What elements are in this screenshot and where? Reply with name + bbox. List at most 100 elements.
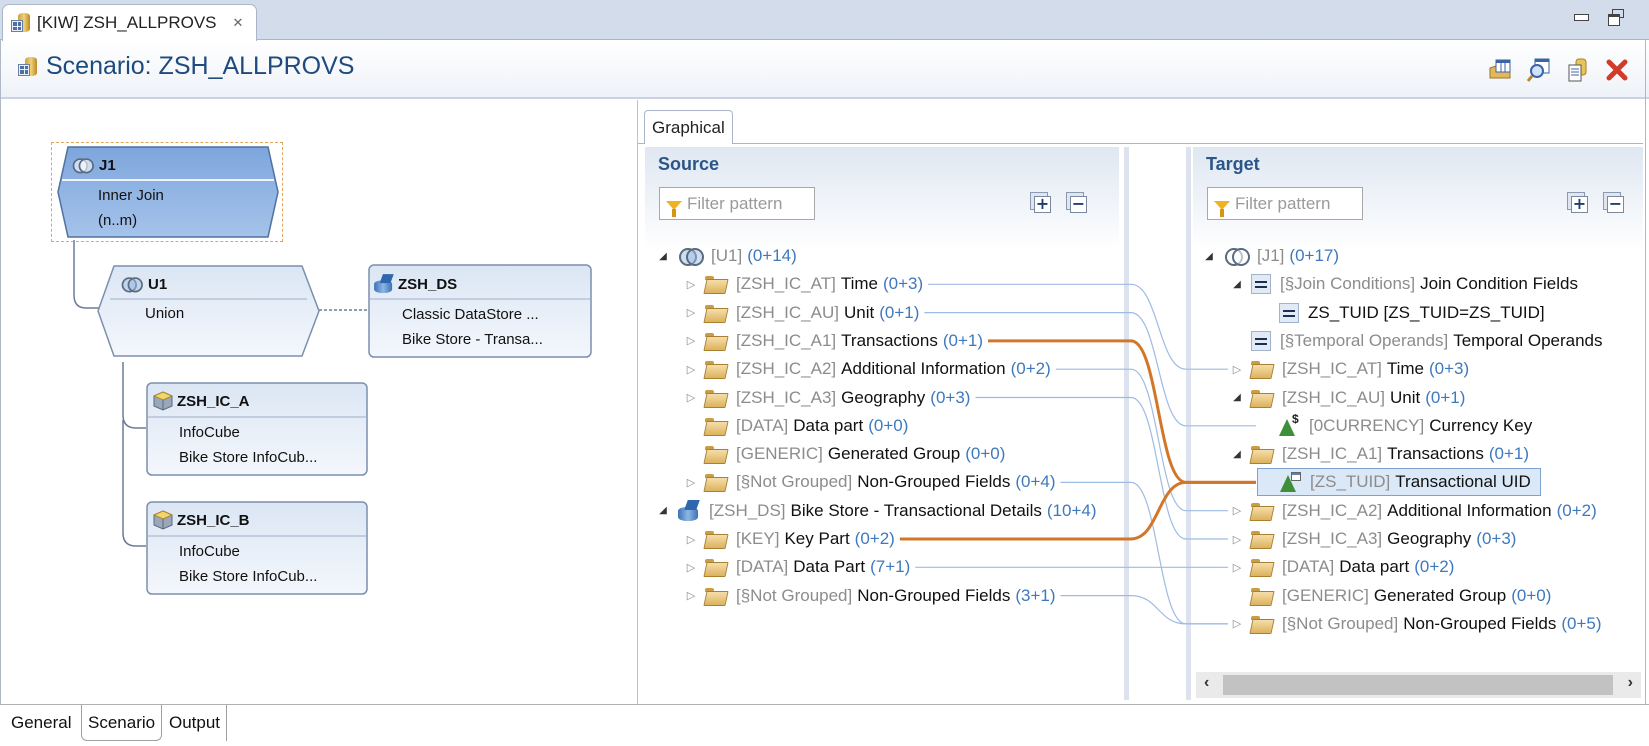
row-label: Geography xyxy=(1387,529,1472,548)
tree-row[interactable]: ▷ [ZSH_IC_A3] Geography (0+3) xyxy=(683,384,971,412)
collapsed-arrow-icon[interactable]: ▷ xyxy=(683,561,699,574)
node-ds-type: Classic DataStore ... xyxy=(402,306,539,323)
tree-row[interactable]: ZS_TUID [ZS_TUID=ZS_TUID] xyxy=(1257,299,1550,327)
tree-row[interactable]: ◢ [ZSH_DS] Bike Store - Transactional Deta… xyxy=(655,497,1097,525)
row-label: Non-Grouped Fields xyxy=(857,472,1011,492)
tree-row[interactable]: $ [0CURRENCY] Currency Key xyxy=(1257,412,1537,440)
tree-row[interactable]: ▷ [ZSH_IC_AU] Unit (0+1) xyxy=(683,299,920,327)
delete-button[interactable] xyxy=(1605,58,1629,82)
row-label: Unit xyxy=(843,302,875,322)
characteristic-icon xyxy=(1280,472,1302,493)
tab-scenario[interactable]: Scenario xyxy=(81,705,163,741)
tree-row[interactable]: [§Temporal Operands] Temporal Operands xyxy=(1229,327,1608,355)
row-label: Key Part xyxy=(784,529,850,548)
expand-all-button[interactable]: + xyxy=(1567,192,1589,214)
display-table-button[interactable] xyxy=(1488,58,1512,82)
collapsed-arrow-icon[interactable]: ▷ xyxy=(1229,363,1245,376)
join-icon xyxy=(1223,247,1250,266)
tree-row[interactable]: ▷ [ZSH_IC_A2] Additional Information (0+2) xyxy=(683,355,1051,383)
tab-general[interactable]: General xyxy=(5,705,77,741)
collapsed-arrow-icon[interactable]: ▷ xyxy=(1229,561,1245,574)
sash-left[interactable] xyxy=(1124,147,1129,700)
row-label: Bike Store - Transactional Details xyxy=(790,500,1042,520)
search-button[interactable] xyxy=(1526,58,1551,82)
tree-row[interactable]: [ZS_TUID] Transactional UID xyxy=(1257,468,1541,497)
source-filter-input[interactable]: Filter pattern xyxy=(659,187,815,220)
tree-row[interactable]: ▷ [DATA] Data Part (7+1) xyxy=(683,553,910,581)
row-count: (0+3) xyxy=(930,387,971,407)
expanded-arrow-icon[interactable]: ◢ xyxy=(655,505,671,516)
tree-row[interactable]: ▷ [ZSH_IC_A3] Geography (0+3) xyxy=(1229,525,1517,553)
datastore-icon xyxy=(677,500,701,522)
editor-tab[interactable]: [KIW] ZSH_ALLPROVS ✕ xyxy=(2,4,257,41)
join-icon xyxy=(71,157,94,174)
scroll-left-icon[interactable]: ‹ xyxy=(1204,674,1209,692)
tree-row[interactable]: ◢ [§Join Conditions] Join Condition Fields xyxy=(1229,270,1583,298)
collapsed-arrow-icon[interactable]: ▷ xyxy=(683,306,699,319)
copy-button[interactable] xyxy=(1566,58,1590,82)
tree-row[interactable]: ◢ [ZSH_IC_A1] Transactions (0+1) xyxy=(1229,440,1529,468)
row-label: Additional Information xyxy=(1387,500,1552,520)
scrollbar-thumb[interactable] xyxy=(1223,675,1613,695)
join-condition-icon xyxy=(1279,302,1299,323)
node-j1-type: Inner Join xyxy=(98,187,164,204)
expanded-arrow-icon[interactable]: ◢ xyxy=(1201,251,1217,262)
infocube-icon xyxy=(153,510,173,530)
tree-row[interactable]: [GENERIC] Generated Group (0+0) xyxy=(683,440,1005,468)
expanded-arrow-icon[interactable]: ◢ xyxy=(655,251,671,262)
tree-row[interactable]: ▷ [DATA] Data part (0+2) xyxy=(1229,553,1455,581)
collapse-all-button[interactable]: − xyxy=(1066,192,1088,214)
target-horizontal-scrollbar[interactable]: ‹ › xyxy=(1196,672,1641,698)
row-count: (3+1) xyxy=(1015,585,1056,605)
tree-row[interactable]: ▷ [KEY] Key Part (0+2) xyxy=(683,525,895,553)
target-filter-input[interactable]: Filter pattern xyxy=(1207,187,1363,220)
minimize-icon[interactable] xyxy=(1573,9,1589,23)
tree-row[interactable]: ◢ [J1] (0+17) xyxy=(1201,242,1339,270)
row-key: [ZS_TUID] xyxy=(1310,472,1391,492)
row-key: [GENERIC] xyxy=(1282,585,1369,605)
sash-right[interactable] xyxy=(1186,147,1191,700)
collapsed-arrow-icon[interactable]: ▷ xyxy=(683,334,699,347)
target-panel: Target Filter pattern + − ◢ [J1] (0+17) ◢ [§… xyxy=(1193,147,1643,700)
scenario-diagram[interactable]: J1 Inner Join (n..m) U1 Union ZSH_DS Cla… xyxy=(6,100,638,705)
collapsed-arrow-icon[interactable]: ▷ xyxy=(1229,617,1245,630)
tree-row[interactable]: [DATA] Data part (0+0) xyxy=(683,412,908,440)
tree-row[interactable]: ▷ [§Not Grouped] Non-Grouped Fields (0+4) xyxy=(683,468,1056,496)
expand-all-button[interactable]: + xyxy=(1030,192,1052,214)
expanded-arrow-icon[interactable]: ◢ xyxy=(1229,392,1245,403)
expanded-arrow-icon[interactable]: ◢ xyxy=(1229,449,1245,460)
collapsed-arrow-icon[interactable]: ▷ xyxy=(683,589,699,602)
collapsed-arrow-icon[interactable]: ▷ xyxy=(683,363,699,376)
close-tab-icon[interactable]: ✕ xyxy=(233,15,244,31)
collapse-all-button[interactable]: − xyxy=(1603,192,1625,214)
tree-row[interactable]: ◢ [U1] (0+14) xyxy=(655,242,797,270)
tree-row[interactable]: ▷ [ZSH_IC_AT] Time (0+3) xyxy=(1229,355,1469,383)
tree-row[interactable]: ▷ [ZSH_IC_A2] Additional Information (0+2) xyxy=(1229,497,1597,525)
collapsed-arrow-icon[interactable]: ▷ xyxy=(1229,504,1245,517)
row-count: (0+4) xyxy=(1015,472,1056,492)
restore-icon[interactable] xyxy=(1608,9,1624,26)
expanded-arrow-icon[interactable]: ◢ xyxy=(1229,279,1245,290)
tree-row[interactable]: ▷ [§Not Grouped] Non-Grouped Fields (0+5) xyxy=(1229,610,1602,638)
tab-graphical[interactable]: Graphical xyxy=(644,110,733,144)
collapsed-arrow-icon[interactable]: ▷ xyxy=(683,278,699,291)
folder-icon xyxy=(705,276,727,292)
row-key: [DATA] xyxy=(736,557,789,577)
collapsed-arrow-icon[interactable]: ▷ xyxy=(1229,533,1245,546)
node-j1-title: J1 xyxy=(99,156,116,174)
collapsed-arrow-icon[interactable]: ▷ xyxy=(683,391,699,404)
collapsed-arrow-icon[interactable]: ▷ xyxy=(683,533,699,546)
tree-row[interactable]: [GENERIC] Generated Group (0+0) xyxy=(1229,582,1551,610)
folder-icon xyxy=(1251,389,1273,406)
scroll-right-icon[interactable]: › xyxy=(1628,674,1633,692)
tree-row[interactable]: ◢ [ZSH_IC_AU] Unit (0+1) xyxy=(1229,384,1465,412)
collapsed-arrow-icon[interactable]: ▷ xyxy=(683,476,699,489)
tree-row[interactable]: ▷ [§Not Grouped] Non-Grouped Fields (3+1) xyxy=(683,582,1056,610)
union-icon xyxy=(677,247,704,266)
tree-row[interactable]: ▷ [ZSH_IC_AT] Time (0+3) xyxy=(683,270,923,298)
node-icb-type: InfoCube xyxy=(179,543,240,560)
node-ica-desc: Bike Store InfoCub... xyxy=(179,449,318,466)
folder-icon xyxy=(1251,531,1273,547)
tab-output[interactable]: Output xyxy=(163,705,228,741)
tree-row[interactable]: ▷ [ZSH_IC_A1] Transactions (0+1) xyxy=(683,327,983,355)
